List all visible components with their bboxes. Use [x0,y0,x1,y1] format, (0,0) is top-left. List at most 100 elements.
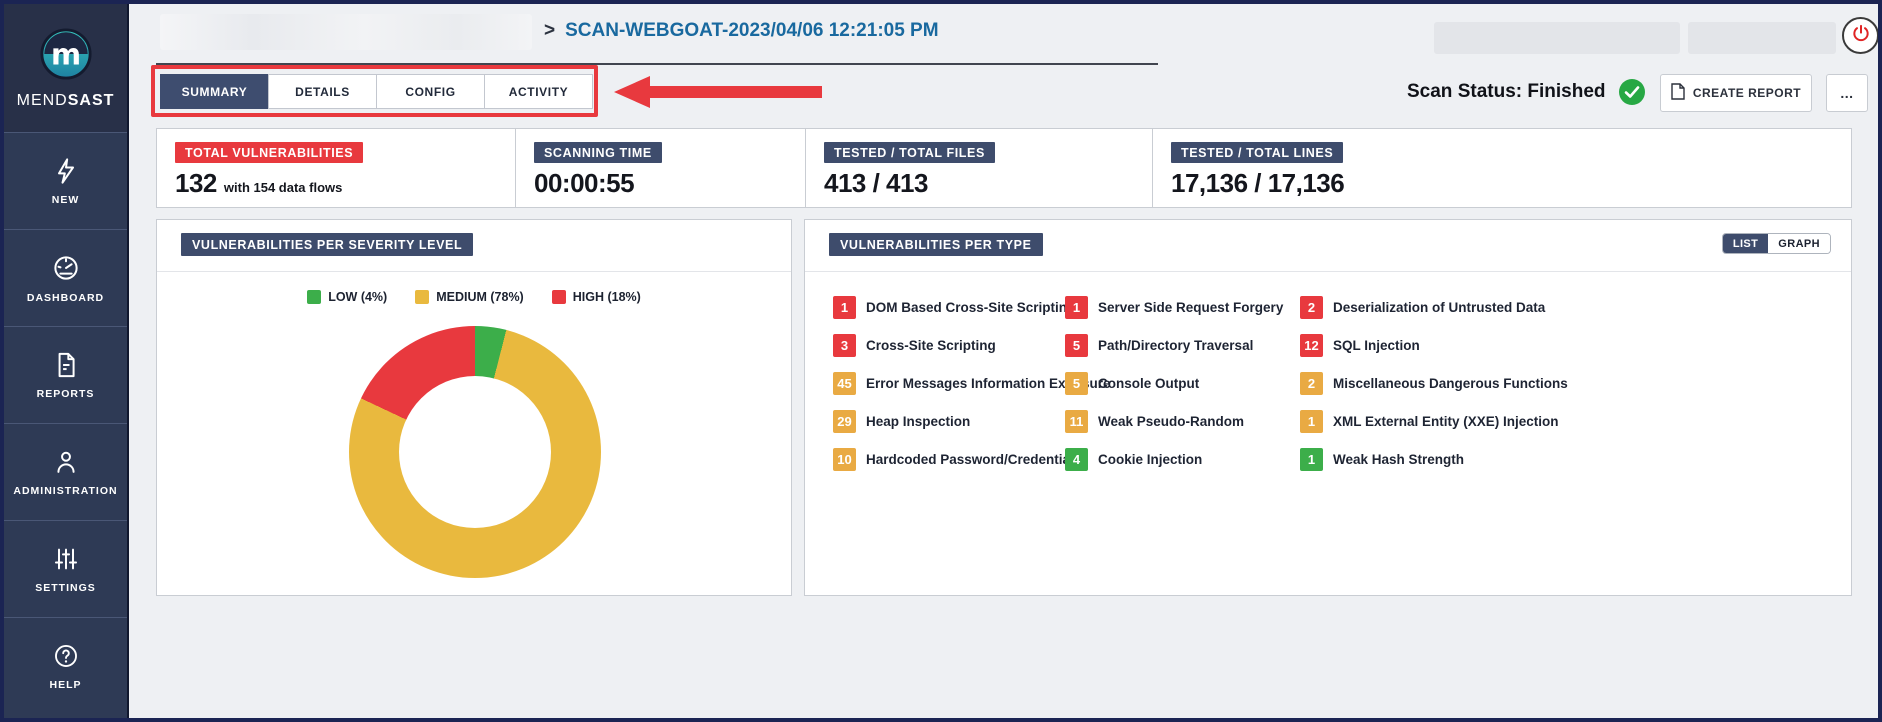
create-report-button[interactable]: CREATE REPORT [1660,74,1812,112]
mend-logo-icon: m [39,27,93,86]
sidebar-item-help[interactable]: HELP [4,617,127,714]
more-actions-button[interactable]: ... [1826,74,1868,112]
type-item: 12 SQL Injection [1300,334,1851,357]
stat-value: 413 / 413 [824,168,928,199]
type-label: Cross-Site Scripting [866,338,996,353]
document-icon [1671,83,1685,103]
svg-text:m: m [50,37,80,71]
tab-config[interactable]: CONFIG [376,74,485,109]
legend-item-high: HIGH (18%) [552,290,641,304]
app-name: MENDSAST [17,92,115,110]
sidebar-item-settings[interactable]: SETTINGS [4,520,127,617]
toggle-list-button[interactable]: LIST [1723,234,1768,253]
list-graph-toggle: LIST GRAPH [1722,233,1831,254]
legend-item-low: LOW (4%) [307,290,387,304]
type-item: 45 Error Messages Information Exposure [833,372,1065,395]
type-label: Miscellaneous Dangerous Functions [1333,376,1568,391]
stat-value: 17,136 / 17,136 [1171,168,1344,199]
sidebar-item-label: ADMINISTRATION [13,485,117,497]
type-item: 1 Weak Hash Strength [1300,448,1851,471]
help-icon [52,642,80,670]
legend-label: MEDIUM (78%) [436,290,524,304]
type-item: 4 Cookie Injection [1065,448,1300,471]
sidebar-item-dashboard[interactable]: DASHBOARD [4,229,127,326]
type-label: Path/Directory Traversal [1098,338,1253,353]
legend-label: LOW (4%) [328,290,387,304]
app-name-bold: SAST [68,92,115,109]
type-item: 11 Weak Pseudo-Random [1065,410,1300,433]
type-item: 5 Console Output [1065,372,1300,395]
stat-title-badge: TESTED / TOTAL LINES [1171,142,1343,163]
type-grid: 1 DOM Based Cross-Site Scripting 1 Serve… [805,272,1851,471]
type-count-badge: 45 [833,372,856,395]
severity-panel: VULNERABILITIES PER SEVERITY LEVEL LOW (… [156,219,792,596]
type-item: 2 Miscellaneous Dangerous Functions [1300,372,1851,395]
type-label: Hardcoded Password/Credentials [866,452,1081,467]
report-icon [52,351,80,379]
app-window: m MENDSAST NEW [0,0,1882,722]
project-selector-redacted[interactable] [160,14,532,50]
scan-tabs: SUMMARY DETAILS CONFIG ACTIVITY [160,74,593,109]
stat-card-tested-lines: TESTED / TOTAL LINES 17,136 / 17,136 [1152,129,1851,207]
type-item: 1 DOM Based Cross-Site Scripting [833,296,1065,319]
type-count-badge: 4 [1065,448,1088,471]
tab-activity[interactable]: ACTIVITY [484,74,593,109]
breadcrumb-separator: > [544,20,555,41]
sidebar-item-reports[interactable]: REPORTS [4,326,127,423]
type-count-badge: 1 [1300,410,1323,433]
type-label: Deserialization of Untrusted Data [1333,300,1545,315]
legend-item-medium: MEDIUM (78%) [415,290,524,304]
stat-value: 00:00:55 [534,168,634,199]
sidebar-item-new[interactable]: NEW [4,132,127,229]
type-count-badge: 1 [1300,448,1323,471]
sidebar-item-label: DASHBOARD [27,292,104,304]
severity-panel-title: VULNERABILITIES PER SEVERITY LEVEL [181,233,473,256]
sidebar-item-label: REPORTS [37,388,95,400]
type-count-badge: 29 [833,410,856,433]
lightning-icon [52,157,80,185]
logout-button[interactable] [1842,17,1879,54]
type-label: Heap Inspection [866,414,970,429]
legend-swatch-medium [415,290,429,304]
stat-title-badge: TOTAL VULNERABILITIES [175,142,363,163]
type-count-badge: 1 [833,296,856,319]
tab-details[interactable]: DETAILS [268,74,377,109]
type-count-badge: 5 [1065,372,1088,395]
sidebar: m MENDSAST NEW [4,4,129,718]
type-count-badge: 2 [1300,372,1323,395]
scan-status-value: Finished [1527,81,1605,102]
type-count-badge: 1 [1065,296,1088,319]
type-item: 5 Path/Directory Traversal [1065,334,1300,357]
severity-donut [349,326,601,578]
scan-status-label: Scan Status: [1407,81,1522,102]
toggle-graph-button[interactable]: GRAPH [1768,234,1830,253]
type-count-badge: 3 [833,334,856,357]
type-count-badge: 5 [1065,334,1088,357]
type-label: SQL Injection [1333,338,1420,353]
app-logo: m MENDSAST [4,4,127,132]
type-panel-title: VULNERABILITIES PER TYPE [829,233,1043,256]
type-item: 10 Hardcoded Password/Credentials [833,448,1065,471]
type-panel: VULNERABILITIES PER TYPE LIST GRAPH 1 DO… [804,219,1852,596]
type-label: DOM Based Cross-Site Scripting [866,300,1075,315]
person-icon [52,448,80,476]
type-label: Weak Pseudo-Random [1098,414,1244,429]
stat-suffix: with 154 data flows [224,180,342,195]
type-count-badge: 12 [1300,334,1323,357]
create-report-label: CREATE REPORT [1693,86,1801,100]
sidebar-item-label: HELP [49,679,81,691]
stat-title-badge: TESTED / TOTAL FILES [824,142,995,163]
type-label: Cookie Injection [1098,452,1202,467]
type-count-badge: 2 [1300,296,1323,319]
type-count-badge: 11 [1065,410,1088,433]
legend-label: HIGH (18%) [573,290,641,304]
type-label: Server Side Request Forgery [1098,300,1283,315]
legend-swatch-low [307,290,321,304]
type-label: XML External Entity (XXE) Injection [1333,414,1559,429]
tab-summary[interactable]: SUMMARY [160,74,269,109]
sidebar-item-label: NEW [52,194,80,206]
stat-card-tested-files: TESTED / TOTAL FILES 413 / 413 [805,129,1152,207]
sidebar-item-administration[interactable]: ADMINISTRATION [4,423,127,520]
breadcrumb-scan-name[interactable]: SCAN-WEBGOAT-2023/04/06 12:21:05 PM [565,20,938,41]
stat-value: 132 [175,168,217,199]
